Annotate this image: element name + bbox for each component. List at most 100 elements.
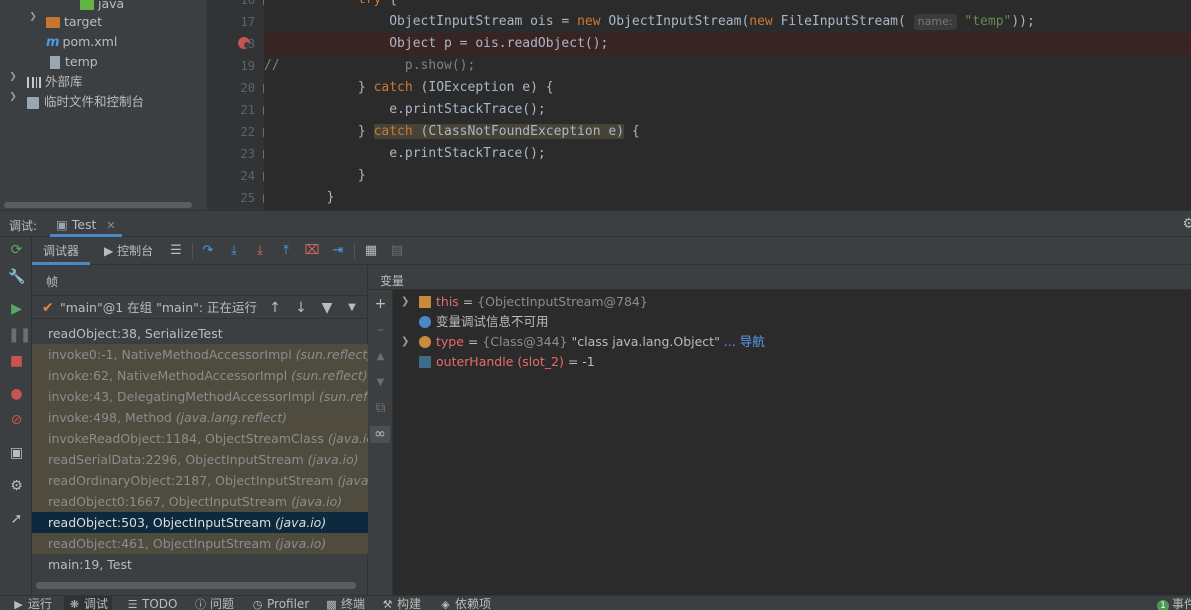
variable-row[interactable]: ❯ this = {ObjectInputStream@784} bbox=[393, 292, 1183, 312]
scratches-icon bbox=[27, 96, 39, 109]
tab-console-label: 控制台 bbox=[117, 244, 154, 258]
copy-icon[interactable]: ⧉ bbox=[372, 400, 389, 417]
rerun-icon[interactable]: ⟳ bbox=[8, 242, 25, 259]
evaluate-expression-icon[interactable]: ▦ bbox=[363, 243, 379, 259]
tool-debug[interactable]: ❋ 调试 bbox=[64, 596, 113, 610]
code-line[interactable]: ObjectInputStream ois = new ObjectInputS… bbox=[264, 11, 1191, 33]
stack-frame[interactable]: invoke:62, NativeMethodAccessorImpl (sun… bbox=[32, 365, 368, 386]
pin-icon[interactable]: ➚ bbox=[8, 511, 25, 528]
tool-run[interactable]: ▶ 运行 bbox=[12, 596, 52, 610]
stack-frame[interactable]: invoke0:-1, NativeMethodAccessorImpl (su… bbox=[32, 344, 368, 365]
camera-icon[interactable]: ▣ bbox=[8, 445, 25, 462]
move-up-icon[interactable]: ▲ bbox=[372, 348, 389, 365]
tool-problems[interactable]: ⓘ 问题 bbox=[194, 596, 234, 610]
code-token: } bbox=[264, 124, 374, 139]
event-log[interactable]: 1 事件 bbox=[1157, 596, 1191, 610]
code-line[interactable]: } catch (ClassNotFoundException e) { bbox=[264, 121, 1191, 143]
tree-item-temp[interactable]: temp bbox=[50, 52, 98, 72]
variable-row[interactable]: ❯ type = {Class@344} "class java.lang.Obj… bbox=[393, 332, 1183, 352]
move-down-icon[interactable]: ▼ bbox=[372, 374, 389, 391]
tool-profiler[interactable]: ◷ Profiler bbox=[251, 596, 310, 610]
horizontal-scrollbar[interactable] bbox=[4, 202, 192, 208]
stack-frame[interactable]: readObject:503, ObjectInputStream (java.… bbox=[32, 512, 368, 533]
settings-icon[interactable]: ⚙ bbox=[8, 478, 25, 495]
view-breakpoints-icon[interactable]: ● bbox=[8, 386, 25, 403]
gear-icon[interactable]: ⚙ bbox=[1182, 216, 1191, 232]
tool-build[interactable]: ⚒ 构建 bbox=[381, 596, 421, 610]
stack-frame[interactable]: invokeReadObject:1184, ObjectStreamClass… bbox=[32, 428, 368, 449]
tab-console[interactable]: ▶ 控制台 bbox=[104, 237, 153, 265]
chevron-right-icon[interactable]: ❯ bbox=[28, 12, 38, 32]
thread-selector[interactable]: ✔ "main"@1 在组 "main": 正在运行 ↑ ↓ ▼ ▼ bbox=[32, 295, 368, 319]
resume-icon[interactable]: ▶ bbox=[8, 301, 25, 318]
code-line[interactable]: } bbox=[264, 165, 1191, 187]
show-execution-point-icon[interactable]: ↷ bbox=[200, 243, 216, 259]
glasses-icon[interactable]: ∞ bbox=[370, 426, 390, 443]
stack-frame[interactable]: main:19, Test bbox=[32, 554, 368, 575]
variable-equals: = bbox=[563, 354, 583, 369]
stack-frame[interactable]: invoke:43, DelegatingMethodAccessorImpl … bbox=[32, 386, 368, 407]
mute-breakpoints-icon[interactable]: ⊘ bbox=[8, 412, 25, 429]
arrow-up-icon[interactable]: ↑ bbox=[268, 296, 282, 320]
layout-icon[interactable]: ☰ bbox=[168, 243, 184, 259]
variable-row[interactable]: 变量调试信息不可用 bbox=[393, 312, 1183, 332]
variable-text: outerHandle (slot_2) = -1 bbox=[436, 352, 595, 372]
filter-icon[interactable]: ▼ bbox=[320, 296, 334, 320]
wrench-icon[interactable]: 🔧 bbox=[8, 269, 25, 286]
code-token: e.printStackTrace(); bbox=[264, 102, 546, 117]
parameter-hint: name: bbox=[913, 14, 957, 30]
code-line[interactable]: } bbox=[264, 187, 1191, 209]
step-into-icon[interactable]: ⤓ bbox=[252, 243, 268, 259]
code-token: FileInputStream( bbox=[772, 14, 914, 29]
navigate-link[interactable]: ... 导航 bbox=[720, 334, 765, 349]
code-editor[interactable]: try { ObjectInputStream ois = new Object… bbox=[264, 0, 1191, 210]
trace-icon[interactable]: ▤ bbox=[389, 243, 405, 259]
tree-item-external-libraries[interactable]: 外部库 bbox=[27, 72, 83, 92]
code-line[interactable]: e.printStackTrace(); bbox=[264, 99, 1191, 121]
code-line[interactable]: e.printStackTrace(); bbox=[264, 143, 1191, 165]
minus-icon[interactable]: – bbox=[372, 322, 389, 339]
pause-icon[interactable]: ❚❚ bbox=[8, 327, 31, 344]
plus-icon[interactable]: + bbox=[372, 296, 389, 313]
tool-terminal[interactable]: ▩ 终端 bbox=[325, 596, 365, 610]
line-number: 21 bbox=[240, 103, 255, 117]
tree-item-target[interactable]: target bbox=[46, 12, 102, 32]
stop-icon[interactable]: ■ bbox=[8, 353, 25, 370]
code-line[interactable]: Object p = ois.readObject(); bbox=[264, 33, 1191, 55]
chevron-down-icon[interactable]: ▼ bbox=[345, 296, 359, 320]
code-line[interactable]: } catch (IOException e) { bbox=[264, 77, 1191, 99]
drop-frame-icon[interactable]: ⌧ bbox=[304, 243, 320, 259]
code-line[interactable]: // p.show(); bbox=[264, 55, 1191, 77]
run-to-cursor-icon[interactable]: ⇥ bbox=[330, 243, 346, 259]
breakpoint-icon[interactable] bbox=[238, 37, 250, 49]
stack-frame[interactable]: readSerialData:2296, ObjectInputStream (… bbox=[32, 449, 368, 470]
tab-test[interactable]: ▣ Test ✕ bbox=[50, 213, 122, 237]
terminal-icon: ▩ bbox=[326, 598, 337, 610]
stack-frame[interactable]: readObject0:1667, ObjectInputStream (jav… bbox=[32, 491, 368, 512]
stack-frame[interactable]: readObject:461, ObjectInputStream (java.… bbox=[32, 533, 368, 554]
tab-debugger[interactable]: 调试器 bbox=[32, 237, 90, 265]
chevron-right-icon[interactable]: ❯ bbox=[8, 92, 18, 112]
frame-method: invoke0:-1, NativeMethodAccessorImpl bbox=[48, 347, 296, 362]
stack-frame[interactable]: invoke:498, Method (java.lang.reflect) bbox=[32, 407, 368, 428]
variable-text: this = {ObjectInputStream@784} bbox=[436, 292, 648, 312]
tool-todo[interactable]: ☰ TODO bbox=[126, 596, 178, 610]
variable-row[interactable]: outerHandle (slot_2) = -1 bbox=[393, 352, 1183, 372]
variable-name: outerHandle (slot_2) bbox=[436, 354, 564, 369]
chevron-right-icon[interactable]: ❯ bbox=[401, 332, 409, 352]
tree-item-pom[interactable]: m pom.xml bbox=[46, 32, 117, 52]
stack-frame[interactable]: readOrdinaryObject:2187, ObjectInputStre… bbox=[32, 470, 368, 491]
chevron-right-icon[interactable]: ❯ bbox=[401, 292, 409, 312]
tree-item-scratches[interactable]: 临时文件和控制台 bbox=[27, 92, 144, 112]
stack-frame[interactable]: readObject:38, SerializeTest bbox=[32, 323, 368, 344]
frames-panel: 帧 ✔ "main"@1 在组 "main": 正在运行 ↑ ↓ ▼ ▼ rea… bbox=[32, 265, 368, 595]
arrow-down-icon[interactable]: ↓ bbox=[294, 296, 308, 320]
close-icon[interactable]: ✕ bbox=[106, 219, 115, 232]
horizontal-scrollbar[interactable] bbox=[36, 582, 356, 589]
chevron-right-icon[interactable]: ❯ bbox=[8, 72, 18, 92]
hammer-icon: ⚒ bbox=[382, 598, 393, 610]
step-over-icon[interactable]: ⤓ bbox=[226, 243, 242, 259]
step-out-icon[interactable]: ⤒ bbox=[278, 243, 294, 259]
tool-dependencies[interactable]: ◈ 依赖项 bbox=[439, 596, 491, 610]
code-line[interactable]: try { bbox=[264, 0, 1191, 11]
